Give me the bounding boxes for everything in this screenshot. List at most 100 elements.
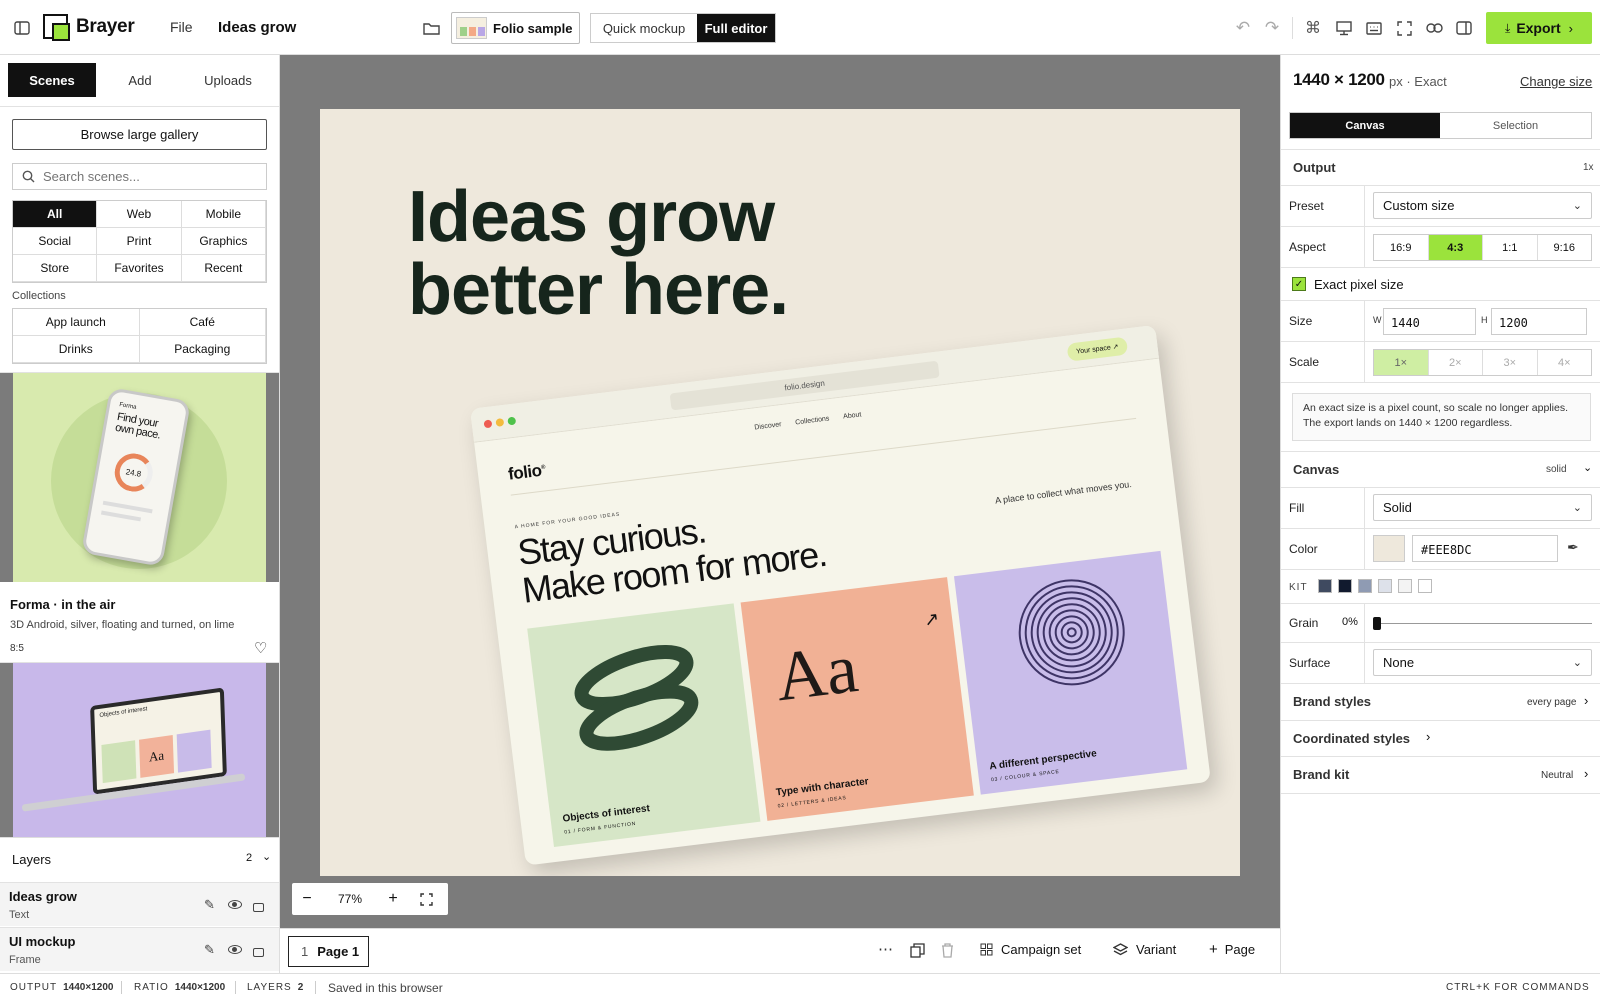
mode-quick-mockup[interactable]: Quick mockup bbox=[591, 14, 697, 42]
zoom-in-button[interactable]: + bbox=[378, 890, 408, 908]
trash-icon[interactable] bbox=[941, 943, 955, 958]
surface-select[interactable]: None ⌄ bbox=[1373, 649, 1592, 676]
preset-select[interactable]: Custom size ⌄ bbox=[1373, 192, 1592, 219]
collection-packaging[interactable]: Packaging bbox=[139, 336, 266, 363]
scale-3x[interactable]: 3× bbox=[1483, 350, 1538, 375]
grain-slider-handle[interactable] bbox=[1373, 617, 1381, 630]
brand-styles-row[interactable]: Brand styles every page › bbox=[1281, 684, 1600, 721]
browse-gallery-button[interactable]: Browse large gallery bbox=[12, 119, 267, 150]
layer-item[interactable]: Ideas grow Text ✎ bbox=[0, 882, 279, 926]
laptop-tile-text: Aa bbox=[139, 734, 175, 778]
coordinated-styles-row[interactable]: Coordinated styles › bbox=[1281, 721, 1600, 757]
variant-label: Variant bbox=[1136, 942, 1177, 957]
collection-cafe[interactable]: Café bbox=[139, 309, 266, 336]
color-swatch[interactable] bbox=[1373, 535, 1405, 562]
kit-swatch[interactable] bbox=[1418, 579, 1432, 593]
brand-kit-row[interactable]: Brand kit Neutral › bbox=[1281, 757, 1600, 794]
collection-app-launch[interactable]: App launch bbox=[13, 309, 140, 336]
doc-title[interactable]: Ideas grow bbox=[218, 19, 296, 36]
kit-swatch[interactable] bbox=[1318, 579, 1332, 593]
redo-icon[interactable]: ↷ bbox=[1262, 17, 1282, 39]
aspect-16-9[interactable]: 16:9 bbox=[1374, 235, 1429, 260]
kit-swatch[interactable] bbox=[1358, 579, 1372, 593]
folder-icon[interactable] bbox=[420, 17, 442, 39]
ui-mockup-frame[interactable]: folio.design Your space ↗ Discover Colle… bbox=[470, 324, 1211, 866]
filter-social[interactable]: Social bbox=[13, 228, 98, 255]
filter-print[interactable]: Print bbox=[97, 228, 182, 255]
height-input[interactable]: 1200 bbox=[1491, 308, 1587, 335]
fit-screen-icon[interactable] bbox=[408, 892, 444, 906]
filter-mobile[interactable]: Mobile bbox=[181, 201, 266, 228]
edit-pencil-icon[interactable]: ✎ bbox=[204, 942, 215, 958]
width-input[interactable]: 1440 bbox=[1383, 308, 1476, 335]
scene-card-laptop[interactable]: Objects of interest Aa bbox=[0, 662, 279, 838]
kit-swatch[interactable] bbox=[1398, 579, 1412, 593]
tab-selection[interactable]: Selection bbox=[1440, 113, 1591, 138]
output-section-header[interactable]: Output 1x bbox=[1281, 149, 1600, 186]
eyedropper-icon[interactable]: ✒ bbox=[1567, 539, 1579, 556]
aspect-1-1[interactable]: 1:1 bbox=[1483, 235, 1538, 260]
filter-store[interactable]: Store bbox=[13, 255, 98, 282]
kit-swatch[interactable] bbox=[1378, 579, 1392, 593]
zoom-controls: − 77% + bbox=[292, 883, 448, 915]
command-icon[interactable]: ⌘ bbox=[1302, 17, 1324, 39]
filter-recent[interactable]: Recent bbox=[181, 255, 266, 282]
export-button[interactable]: ⤓ Export › bbox=[1486, 12, 1592, 44]
filter-all[interactable]: All bbox=[13, 201, 98, 228]
status-layers-value: 2 bbox=[297, 982, 304, 993]
scale-2x[interactable]: 2× bbox=[1429, 350, 1483, 375]
aspect-4-3[interactable]: 4:3 bbox=[1428, 235, 1483, 260]
phone-brand: Forma bbox=[118, 402, 137, 411]
layers-header[interactable]: Layers 2 ⌄ bbox=[0, 837, 279, 881]
fill-select[interactable]: Solid ⌄ bbox=[1373, 494, 1592, 521]
more-icon[interactable]: ⋯ bbox=[878, 940, 893, 958]
lock-icon[interactable] bbox=[253, 948, 264, 957]
headline-text[interactable]: Ideas grow better here. bbox=[408, 181, 789, 327]
grain-slider-track[interactable] bbox=[1373, 623, 1592, 624]
mode-full-editor[interactable]: Full editor bbox=[697, 14, 775, 42]
sidebar-toggle-icon[interactable] bbox=[12, 18, 32, 38]
tab-add[interactable]: Add bbox=[96, 63, 184, 97]
artboard[interactable]: Ideas grow better here. folio.design You… bbox=[320, 109, 1240, 876]
favorite-heart-icon[interactable]: ♡ bbox=[254, 639, 267, 657]
fullscreen-icon[interactable] bbox=[1393, 17, 1415, 39]
lock-icon[interactable] bbox=[253, 903, 264, 912]
page-tab[interactable]: 1 Page 1 bbox=[288, 936, 369, 967]
filter-web[interactable]: Web bbox=[97, 201, 182, 228]
variant-button[interactable]: Variant bbox=[1113, 942, 1176, 957]
edit-pencil-icon[interactable]: ✎ bbox=[204, 897, 215, 913]
add-page-button[interactable]: + Page bbox=[1209, 941, 1255, 958]
mode-switch: Quick mockup Full editor bbox=[590, 13, 776, 43]
filter-graphics[interactable]: Graphics bbox=[181, 228, 266, 255]
scale-1x[interactable]: 1× bbox=[1374, 350, 1429, 375]
layer-item[interactable]: UI mockup Frame ✎ bbox=[0, 927, 279, 971]
visibility-eye-icon[interactable] bbox=[228, 900, 242, 909]
aspect-9-16[interactable]: 9:16 bbox=[1538, 235, 1592, 260]
panel-toggle-icon[interactable] bbox=[1453, 17, 1475, 39]
sample-button[interactable]: Folio sample bbox=[451, 12, 580, 44]
scale-4x[interactable]: 4× bbox=[1538, 350, 1592, 375]
file-menu[interactable]: File bbox=[170, 19, 193, 35]
zoom-value[interactable]: 77% bbox=[322, 892, 378, 906]
link-icon[interactable] bbox=[1423, 17, 1445, 39]
tab-canvas[interactable]: Canvas bbox=[1290, 113, 1440, 138]
keyboard-icon[interactable] bbox=[1363, 17, 1385, 39]
visibility-eye-icon[interactable] bbox=[228, 945, 242, 954]
exact-size-checkbox[interactable]: ✓ bbox=[1292, 277, 1306, 291]
kit-swatch[interactable] bbox=[1338, 579, 1352, 593]
inspector-panel: 1440 × 1200 px · Exact Change size Canva… bbox=[1280, 55, 1600, 973]
zoom-out-button[interactable]: − bbox=[292, 890, 322, 908]
desktop-preview-icon[interactable] bbox=[1333, 17, 1355, 39]
campaign-set-button[interactable]: Campaign set bbox=[980, 942, 1081, 957]
filter-favorites[interactable]: Favorites bbox=[97, 255, 182, 282]
collection-drinks[interactable]: Drinks bbox=[13, 336, 140, 363]
duplicate-icon[interactable] bbox=[910, 943, 925, 958]
search-input[interactable] bbox=[43, 169, 253, 184]
tab-uploads[interactable]: Uploads bbox=[184, 63, 272, 97]
canvas-section-header[interactable]: Canvas solid ⌄ bbox=[1281, 451, 1600, 488]
scene-card-forma[interactable]: Forma Find your own pace. 24.8 Forma · i… bbox=[0, 372, 279, 662]
tab-scenes[interactable]: Scenes bbox=[8, 63, 96, 97]
change-size-link[interactable]: Change size bbox=[1520, 74, 1592, 89]
color-hex-input[interactable]: #EEE8DC bbox=[1412, 535, 1558, 562]
undo-icon[interactable]: ↶ bbox=[1233, 17, 1253, 39]
